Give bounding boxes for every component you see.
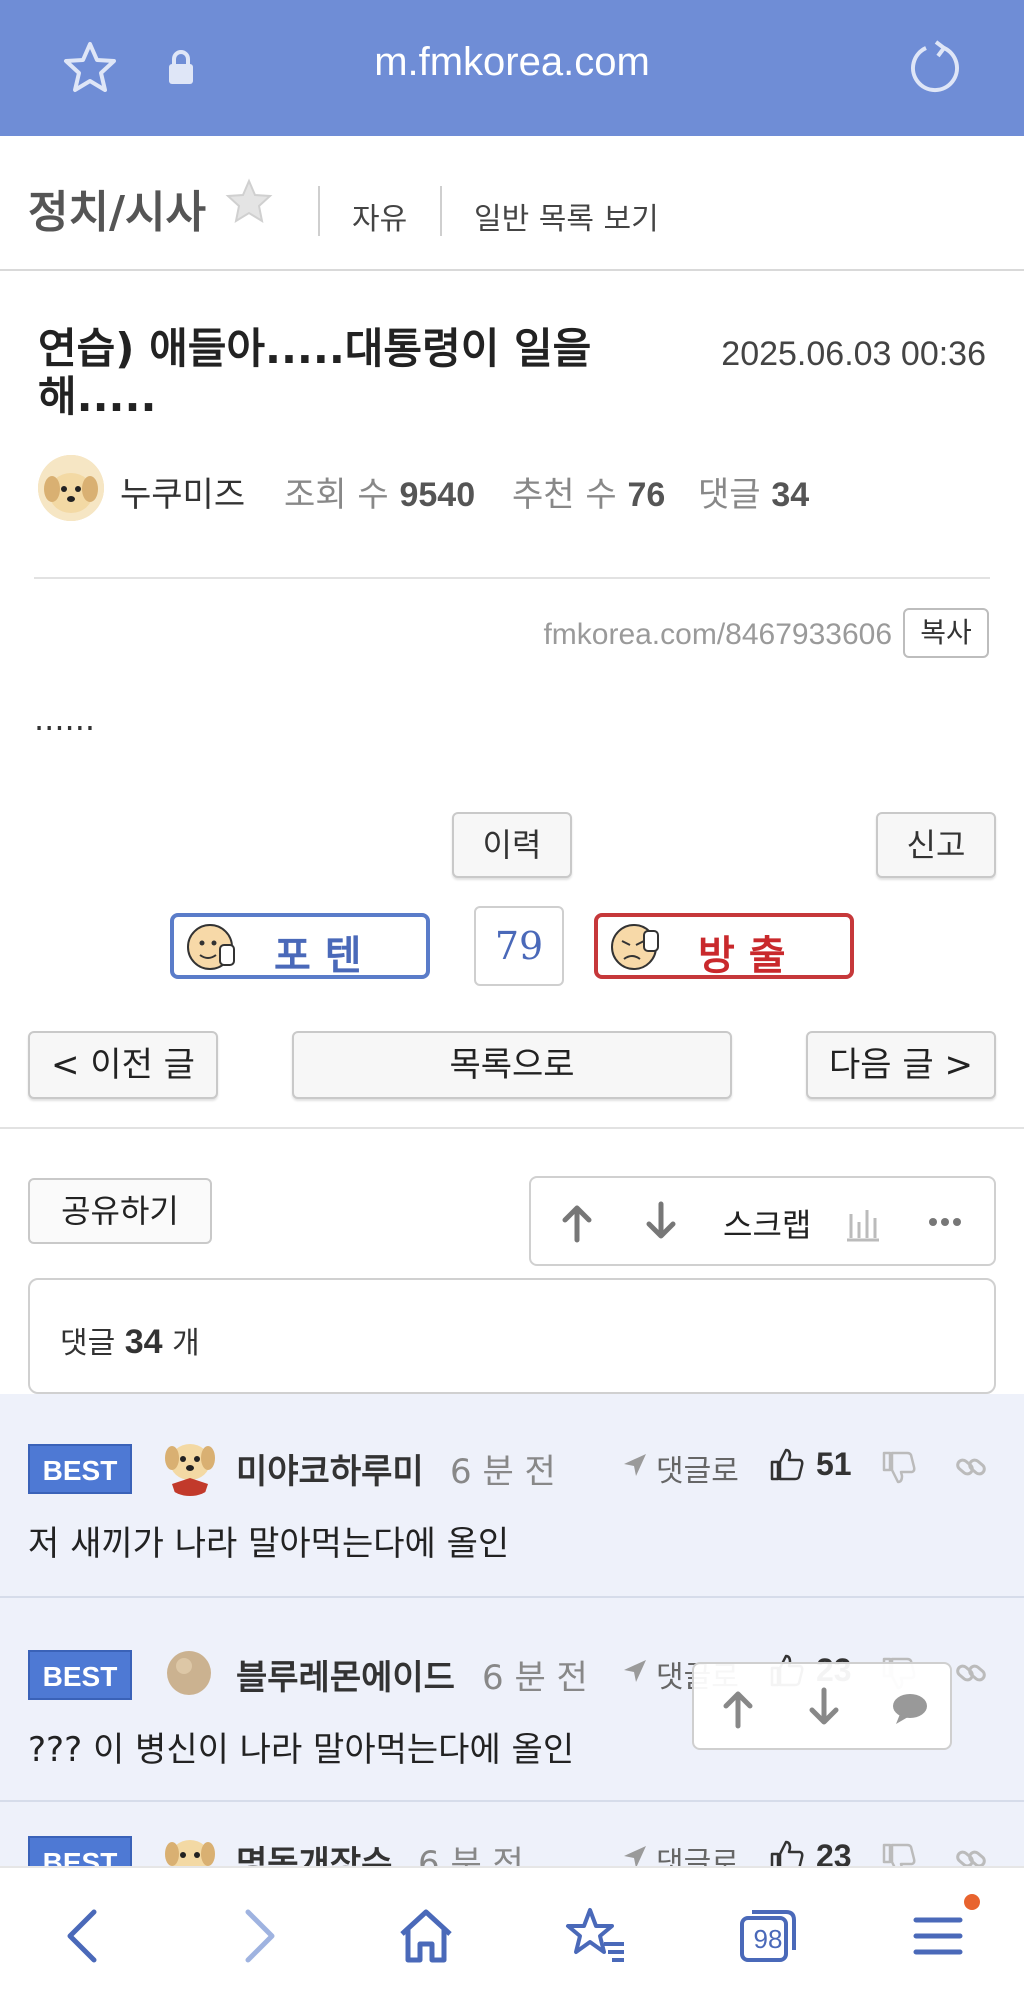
- vote-count: 79: [474, 906, 564, 986]
- menu-icon[interactable]: [906, 1904, 970, 1968]
- reload-icon[interactable]: [906, 40, 962, 96]
- board-title[interactable]: 정치/시사: [28, 176, 206, 240]
- recommend-count-value: 76: [627, 476, 666, 514]
- more-options-icon[interactable]: [925, 1200, 965, 1244]
- view-count: 조회 수 9540: [284, 467, 475, 516]
- link-icon[interactable]: [954, 1450, 988, 1484]
- comment-count-summary: 댓글 34 개: [60, 1318, 200, 1362]
- home-icon[interactable]: [394, 1904, 458, 1968]
- stats-chart-icon[interactable]: [843, 1200, 883, 1244]
- scroll-up-icon[interactable]: [718, 1686, 758, 1730]
- comment-item: BEST 미야코하루미 6 분 전 댓글로 51 저 새끼가 나라 말아먹는다에…: [0, 1394, 1024, 1598]
- scroll-down-icon[interactable]: [804, 1686, 844, 1730]
- prev-post-button[interactable]: < 이전 글: [28, 1031, 218, 1099]
- floating-nav: [692, 1662, 952, 1750]
- copy-url-button[interactable]: 복사: [903, 608, 989, 658]
- back-icon[interactable]: [52, 1904, 116, 1968]
- reply-button[interactable]: 댓글로: [656, 1446, 739, 1490]
- comment-author[interactable]: 미야코하루미: [236, 1444, 424, 1493]
- beige-circle-icon: [167, 1651, 211, 1695]
- link-icon[interactable]: [954, 1656, 988, 1690]
- comment-author[interactable]: 블루레몬에이드: [236, 1650, 455, 1699]
- bookmarks-icon[interactable]: [564, 1904, 628, 1968]
- url-domain[interactable]: m.fmkorea.com: [0, 40, 1024, 85]
- recommend-count: 추천 수 76: [512, 467, 665, 516]
- comment-avatar[interactable]: [158, 1432, 222, 1496]
- browser-url-bar: m.fmkorea.com: [0, 0, 1024, 136]
- author-avatar[interactable]: [38, 455, 104, 521]
- recommend-count-label: 추천 수: [512, 475, 617, 515]
- author-name[interactable]: 누쿠미즈: [120, 467, 245, 516]
- report-button[interactable]: 신고: [876, 812, 996, 878]
- comment-count-box: 댓글 34 개: [28, 1278, 996, 1394]
- comment-count-number: 34: [124, 1323, 163, 1361]
- like-count: 51: [816, 1446, 852, 1482]
- comment-avatar[interactable]: [166, 1650, 212, 1696]
- thumbs-down-icon[interactable]: [882, 1450, 916, 1486]
- divider: [34, 577, 990, 579]
- vote-up-label: 포텐: [274, 933, 376, 979]
- next-post-button[interactable]: 다음 글 >: [806, 1031, 996, 1099]
- tab-count: 98: [753, 1924, 783, 1954]
- thumbs-up-face-icon: [187, 924, 235, 970]
- view-count-value: 9540: [399, 476, 476, 514]
- post-title: 연습) 애들아.....대통령이 일을 해.....: [38, 324, 592, 421]
- puppy-icon: [38, 455, 104, 521]
- arrow-down-icon[interactable]: [641, 1200, 681, 1244]
- notification-dot: [964, 1894, 980, 1910]
- divider: [0, 1127, 1024, 1129]
- back-to-list-button[interactable]: 목록으로: [292, 1031, 732, 1099]
- comment-time: 6 분 전: [482, 1658, 588, 1698]
- arrow-up-icon[interactable]: [557, 1200, 597, 1244]
- post-toolbar: 스크랩: [529, 1176, 996, 1266]
- comment-text: ??? 이 병신이 나라 말아먹는다에 올인: [28, 1730, 575, 1770]
- board-header: 정치/시사 자유 일반 목록 보기: [0, 136, 1024, 271]
- comment-bubble-icon[interactable]: [890, 1688, 930, 1728]
- comment-count-value: 34: [771, 476, 810, 514]
- comment-text: 저 새끼가 나라 말아먹는다에 올인: [28, 1524, 510, 1564]
- scrap-button[interactable]: 스크랩: [723, 1200, 811, 1246]
- post-date: 2025.06.03 00:36: [721, 335, 986, 373]
- short-url[interactable]: fmkorea.com/8467933606: [543, 618, 892, 652]
- best-badge: BEST: [28, 1650, 132, 1700]
- free-board-link[interactable]: 자유: [352, 194, 407, 238]
- forward-icon[interactable]: [226, 1904, 290, 1968]
- general-list-link[interactable]: 일반 목록 보기: [474, 194, 659, 238]
- reply-arrow-icon[interactable]: [620, 1656, 650, 1686]
- best-badge: BEST: [28, 1444, 132, 1494]
- thumbs-up-icon[interactable]: [770, 1446, 804, 1482]
- divider: [440, 186, 442, 236]
- post-body: ......: [34, 700, 96, 738]
- vote-down-button[interactable]: 방출: [594, 913, 854, 979]
- browser-bottom-bar: [0, 1866, 1024, 2002]
- history-button[interactable]: 이력: [452, 812, 572, 878]
- view-count-label: 조회 수: [284, 475, 389, 515]
- puppy-icon: [158, 1432, 222, 1496]
- author-row: 누쿠미즈 조회 수 9540 추천 수 76 댓글 34: [38, 455, 998, 521]
- divider: [318, 186, 320, 236]
- comment-count-label: 댓글: [698, 475, 761, 515]
- reply-arrow-icon[interactable]: [620, 1450, 650, 1480]
- comment-count-unit: 개: [172, 1326, 200, 1361]
- share-button[interactable]: 공유하기: [28, 1178, 212, 1244]
- vote-up-button[interactable]: 포텐: [170, 913, 430, 979]
- thumbs-down-face-icon: [611, 924, 659, 970]
- comment-count: 댓글 34: [698, 467, 809, 516]
- comment-count-label: 댓글: [60, 1326, 116, 1361]
- vote-down-label: 방출: [698, 933, 800, 979]
- favorite-star-icon[interactable]: [225, 178, 273, 226]
- comment-time: 6 분 전: [450, 1452, 556, 1492]
